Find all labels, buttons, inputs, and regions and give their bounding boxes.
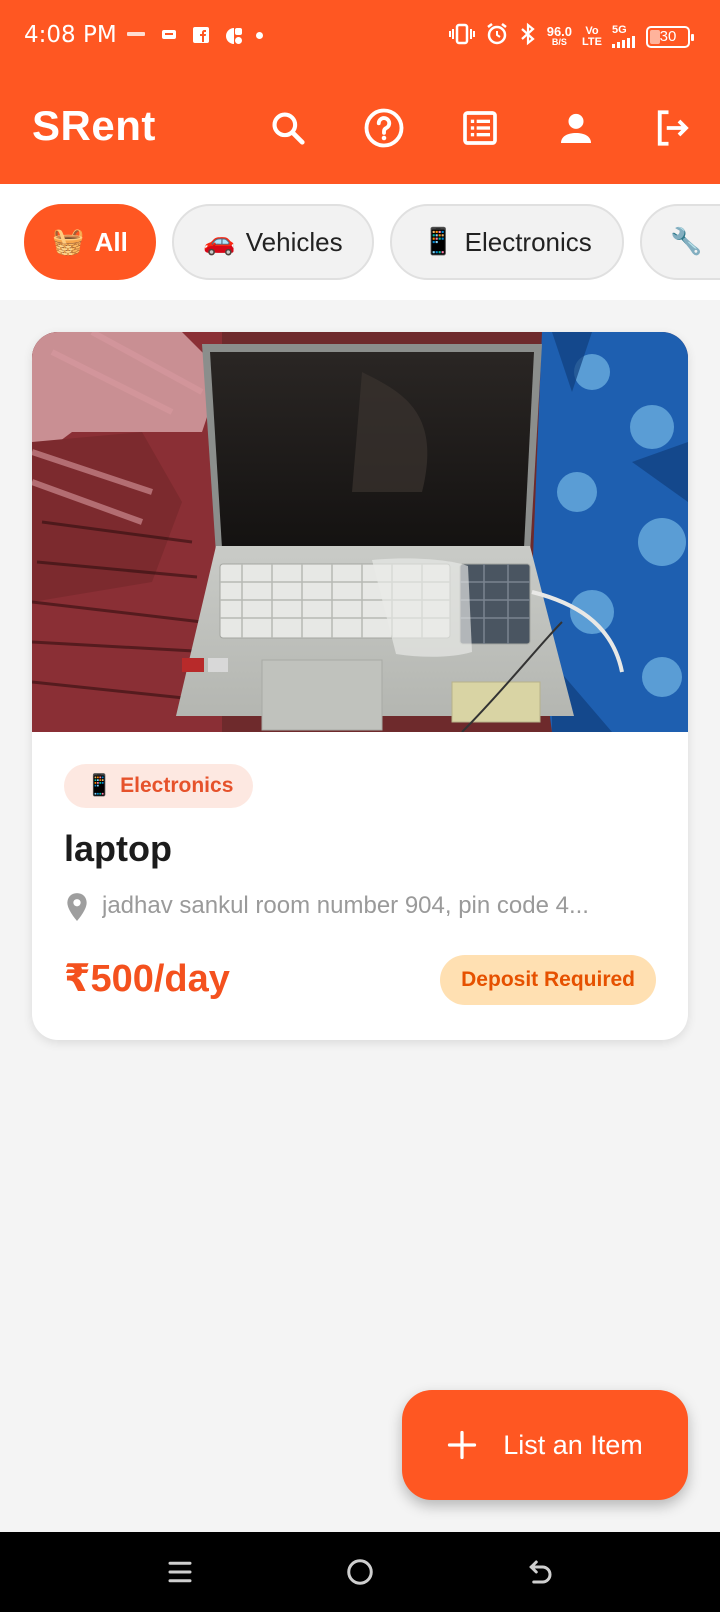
filter-chip-vehicles[interactable]: 🚗 Vehicles (172, 204, 374, 280)
listing-title: laptop (64, 828, 172, 869)
logout-icon[interactable] (650, 106, 694, 150)
list-item-button[interactable]: List an Item (402, 1390, 688, 1500)
network-speed-value: 96.0 (546, 23, 573, 39)
listing-price: ₹500/day (64, 958, 230, 1000)
facebook-icon (192, 26, 210, 44)
deposit-required-badge: Deposit Required (440, 955, 656, 1005)
header: 4:08 PM 96.0 B/S Vo LTE 5G 30 SRent (0, 0, 720, 184)
listing-photo (32, 332, 688, 732)
signal-icon (612, 36, 635, 48)
location-pin-icon (67, 893, 87, 921)
filter-chip-label: All (94, 226, 128, 257)
wrench-icon: 🔧 (670, 227, 703, 257)
bluetooth-icon (519, 22, 537, 51)
alarm-icon (485, 22, 509, 51)
filter-chip-electronics[interactable]: 📱 Electronics (390, 204, 624, 280)
menu-icon (168, 1561, 192, 1583)
filter-chip-all[interactable]: 🧺 All (24, 204, 156, 280)
signal-type: 5G (612, 24, 627, 36)
status-bar: 4:08 PM 96.0 B/S Vo LTE 5G 30 (0, 0, 720, 72)
back-button[interactable] (520, 1554, 560, 1590)
volte-indicator: Vo LTE (582, 24, 602, 48)
vibrate-icon (448, 23, 475, 50)
plus-icon (448, 1430, 477, 1460)
message-icon (160, 26, 178, 44)
search-icon[interactable] (266, 106, 310, 150)
help-icon[interactable] (362, 106, 406, 150)
filter-chip-label: Electronics (464, 226, 592, 257)
phone-icon: 📱 (86, 774, 113, 797)
app-bar: SRent (0, 72, 720, 184)
app-title: SRent (32, 102, 156, 149)
notification-icons (126, 26, 263, 44)
basket-icon: 🧺 (52, 227, 85, 257)
more-notifications-icon (256, 31, 263, 39)
category-filter-bar: 🧺 All 🚗 Vehicles 📱 Electronics 🔧 (0, 184, 720, 300)
category-badge: 📱 Electronics (64, 764, 254, 808)
carrier-icon (126, 29, 146, 41)
phone-icon: 📱 (422, 227, 455, 257)
system-navigation-bar (0, 1532, 720, 1612)
network-speed: 96.0 B/S (546, 23, 573, 48)
filter-chip-label: Vehicles (245, 226, 343, 257)
listing-card[interactable]: 📱 Electronics laptop jadhav sankul room … (32, 332, 688, 1040)
listing-location: jadhav sankul room number 904, pin code … (102, 892, 589, 919)
system-icons: 96.0 B/S Vo LTE 5G 30 (448, 22, 694, 51)
category-label: Electronics (120, 774, 234, 797)
recents-button[interactable] (160, 1554, 200, 1590)
battery-level: 30 (659, 27, 677, 45)
home-button[interactable] (340, 1554, 380, 1590)
home-circle-icon (347, 1559, 373, 1585)
list-icon[interactable] (458, 106, 502, 150)
car-icon: 🚗 (203, 227, 236, 257)
app-notification-icon (224, 26, 242, 44)
profile-icon[interactable] (554, 106, 598, 150)
back-icon (529, 1560, 552, 1584)
signal-indicator: 5G (612, 25, 636, 48)
battery-icon: 30 (646, 25, 694, 48)
filter-chip-tools[interactable]: 🔧 (640, 204, 720, 280)
list-item-button-label: List an Item (503, 1429, 643, 1460)
status-time: 4:08 PM (24, 22, 117, 48)
